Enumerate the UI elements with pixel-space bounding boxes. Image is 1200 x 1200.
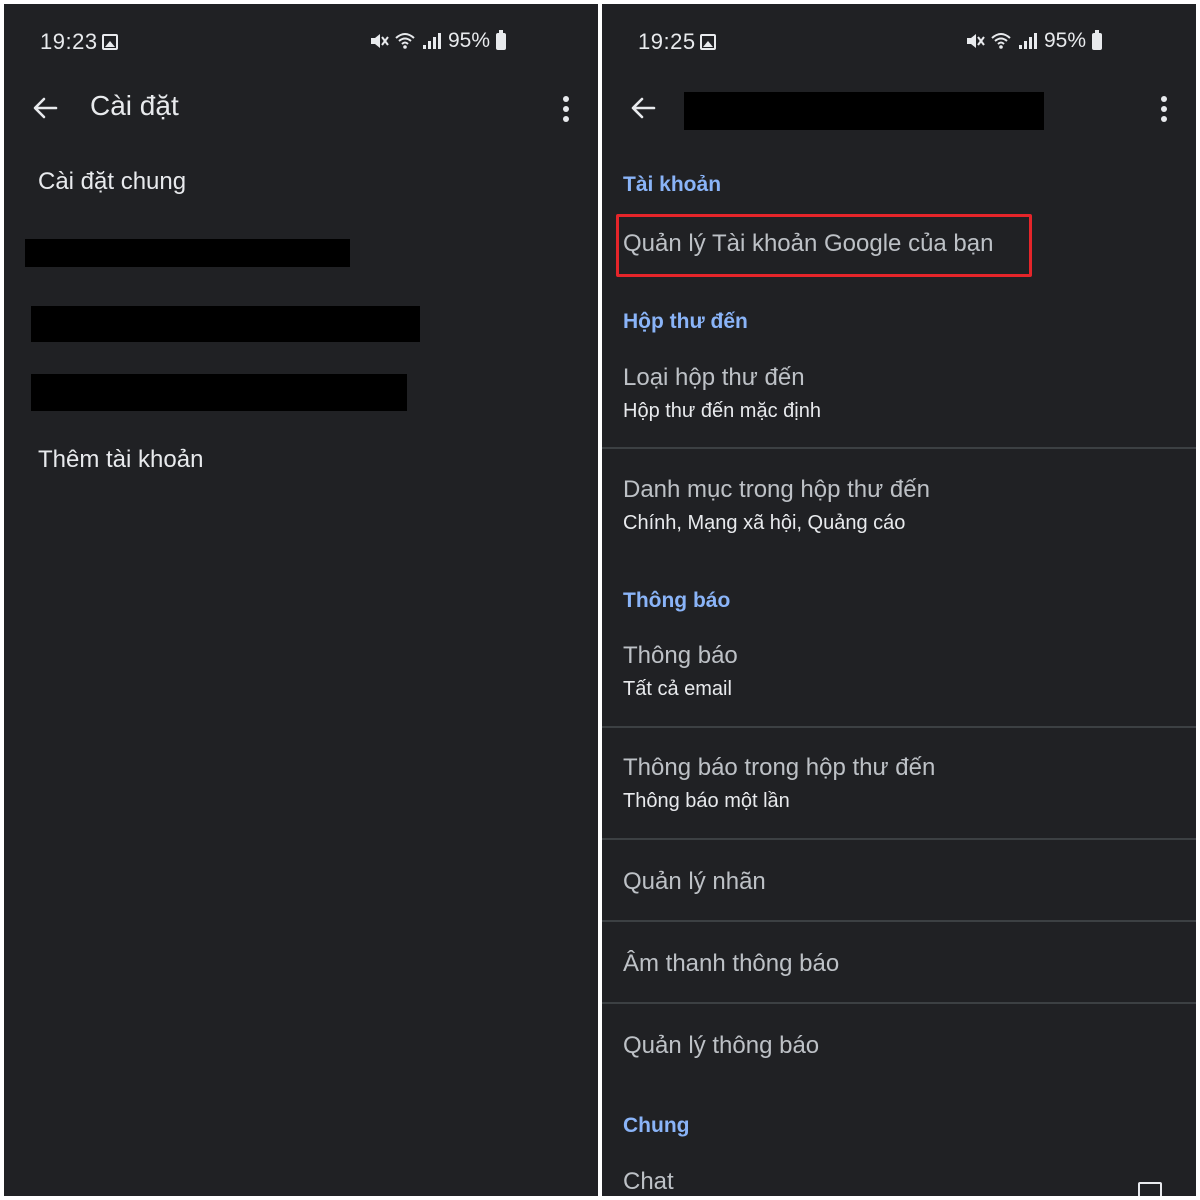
redacted-account-title	[684, 92, 1044, 130]
inbox-categories-item[interactable]: Danh mục trong hộp thư đến Chính, Mạng x…	[602, 466, 1196, 558]
add-account-item[interactable]: Thêm tài khoản	[38, 446, 203, 474]
divider	[602, 726, 1196, 728]
manage-labels-item[interactable]: Quản lý nhãn	[602, 840, 1196, 920]
battery-percent: 95%	[1044, 29, 1087, 52]
more-vert-icon[interactable]	[556, 94, 576, 124]
general-settings-item[interactable]: Cài đặt chung	[38, 168, 186, 196]
pref-title: Âm thanh thông báo	[623, 950, 840, 977]
signal-icon	[1019, 33, 1037, 49]
pref-title: Thông báo trong hộp thư đến	[623, 754, 936, 781]
status-icons: 95%	[964, 29, 1103, 52]
pref-summary: Hộp thư đến mặc định	[623, 400, 821, 422]
notifications-item[interactable]: Thông báo Tất cả email	[602, 632, 1196, 724]
status-icons: 95%	[368, 29, 507, 52]
settings-screen-left: 19:23 95% Cài đặt Cài đặt chung Thêm tài…	[4, 4, 598, 1196]
chat-item[interactable]: Chat	[602, 1154, 1196, 1196]
pref-title: Chat	[623, 1168, 674, 1195]
account-settings-screen-right: 19:25 95% Tài khoản Quản lý Tài khoản Go…	[602, 4, 1196, 1196]
app-bar: Cài đặt	[4, 78, 598, 140]
inbox-notifications-item[interactable]: Thông báo trong hộp thư đến Thông báo mộ…	[602, 744, 1196, 836]
section-header-notifications: Thông báo	[623, 589, 731, 612]
redacted-account-2[interactable]	[31, 306, 420, 342]
gallery-icon	[102, 34, 118, 50]
page-title: Cài đặt	[90, 90, 179, 121]
inbox-type-item[interactable]: Loại hộp thư đến Hộp thư đến mặc định	[602, 354, 1196, 446]
pref-summary: Chính, Mạng xã hội, Quảng cáo	[623, 512, 906, 534]
gallery-icon	[700, 34, 716, 50]
pref-summary: Tất cả email	[623, 678, 732, 700]
pref-title: Quản lý nhãn	[623, 868, 766, 895]
checkbox-icon[interactable]	[1138, 1182, 1162, 1196]
pref-summary: Thông báo một lần	[623, 790, 790, 812]
wifi-icon	[991, 33, 1011, 49]
section-header-general: Chung	[623, 1114, 690, 1137]
battery-icon	[496, 29, 507, 50]
pref-title: Loại hộp thư đến	[623, 364, 805, 391]
wifi-icon	[395, 33, 415, 49]
notification-sound-item[interactable]: Âm thanh thông báo	[602, 922, 1196, 1002]
redacted-account-3[interactable]	[31, 374, 407, 411]
status-bar: 19:25 95%	[602, 4, 1196, 78]
back-arrow-icon[interactable]	[628, 93, 658, 123]
status-time: 19:23	[40, 29, 98, 54]
status-time: 19:25	[638, 29, 696, 54]
section-header-account: Tài khoản	[623, 173, 722, 196]
section-header-inbox: Hộp thư đến	[623, 310, 748, 333]
pref-title: Danh mục trong hộp thư đến	[623, 476, 930, 503]
status-bar: 19:23 95%	[4, 4, 598, 78]
battery-icon	[1092, 29, 1103, 50]
mute-icon	[967, 34, 985, 48]
divider	[602, 447, 1196, 449]
pref-title: Quản lý thông báo	[623, 1032, 820, 1059]
more-vert-icon[interactable]	[1154, 94, 1174, 124]
signal-icon	[423, 33, 441, 49]
battery-percent: 95%	[448, 29, 491, 52]
manage-notifications-item[interactable]: Quản lý thông báo	[602, 1004, 1196, 1084]
back-arrow-icon[interactable]	[30, 93, 60, 123]
highlight-box	[616, 214, 1032, 277]
mute-icon	[371, 34, 389, 48]
redacted-account-1[interactable]	[25, 239, 350, 267]
app-bar	[602, 78, 1196, 140]
pref-title: Thông báo	[623, 642, 738, 669]
